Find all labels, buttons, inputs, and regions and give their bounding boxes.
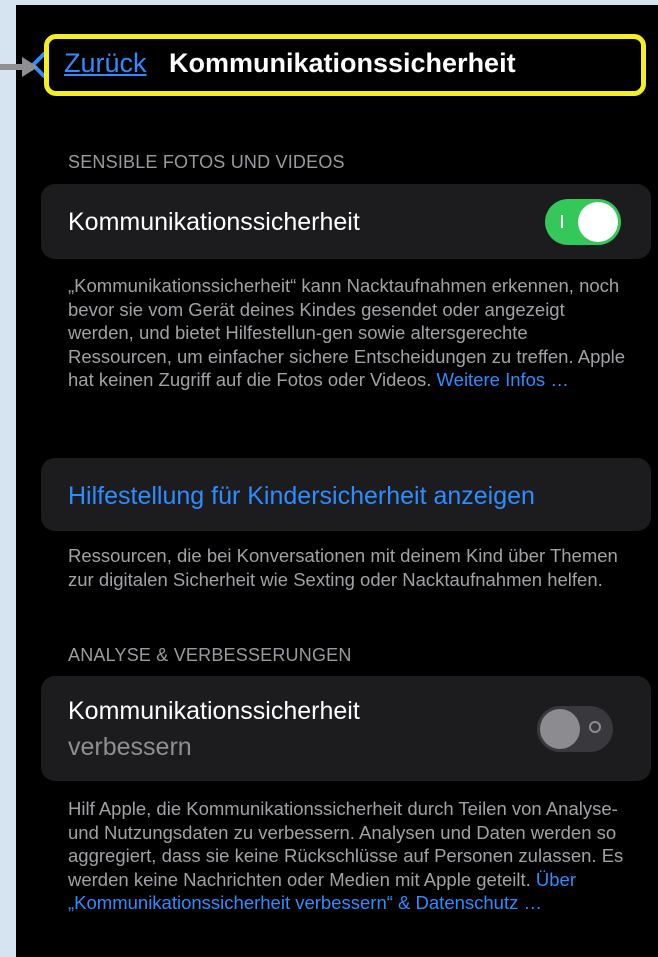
toggle-on-mark-icon bbox=[561, 215, 563, 228]
improve-safety-row[interactable]: Kommunikationssicherheit verbessern bbox=[41, 676, 651, 781]
communication-safety-toggle[interactable] bbox=[545, 199, 621, 245]
about-privacy-link-line2[interactable]: „Kommunikationssicherheit verbessern“ & … bbox=[68, 892, 542, 913]
toggle-knob bbox=[578, 202, 618, 242]
about-privacy-link-line1[interactable]: Über bbox=[536, 869, 576, 890]
show-guidance-button[interactable]: Hilfestellung für Kindersicherheit anzei… bbox=[68, 482, 535, 511]
screenshot-border-left bbox=[0, 0, 16, 957]
show-guidance-row[interactable]: Hilfestellung für Kindersicherheit anzei… bbox=[41, 458, 651, 531]
toggle-knob bbox=[540, 709, 580, 749]
pointer-arrow-icon bbox=[0, 57, 38, 77]
learn-more-link[interactable]: Weitere Infos … bbox=[437, 369, 569, 390]
page-title: Kommunikationssicherheit bbox=[169, 48, 516, 78]
communication-safety-row[interactable]: Kommunikationssicherheit bbox=[41, 184, 651, 259]
improve-safety-label-line1: Kommunikationssicherheit bbox=[68, 697, 360, 725]
improve-safety-footer: Hilf Apple, die Kommunikationssicherheit… bbox=[68, 797, 628, 915]
guidance-footer: Ressourcen, die bei Konversationen mit d… bbox=[68, 545, 618, 590]
toggle-off-mark-icon bbox=[589, 721, 601, 733]
improve-safety-label-line2: verbessern bbox=[68, 733, 192, 761]
section-header-sensitive-media: SENSIBLE FOTOS UND VIDEOS bbox=[68, 152, 345, 172]
communication-safety-label: Kommunikationssicherheit bbox=[68, 208, 360, 236]
section-header-analytics: ANALYSE & VERBESSERUNGEN bbox=[68, 645, 352, 665]
improve-safety-toggle[interactable] bbox=[537, 706, 613, 752]
communication-safety-footer: „Kommunikationssicherheit“ kann Nacktauf… bbox=[68, 274, 628, 392]
back-button[interactable]: Zurück bbox=[64, 48, 147, 79]
